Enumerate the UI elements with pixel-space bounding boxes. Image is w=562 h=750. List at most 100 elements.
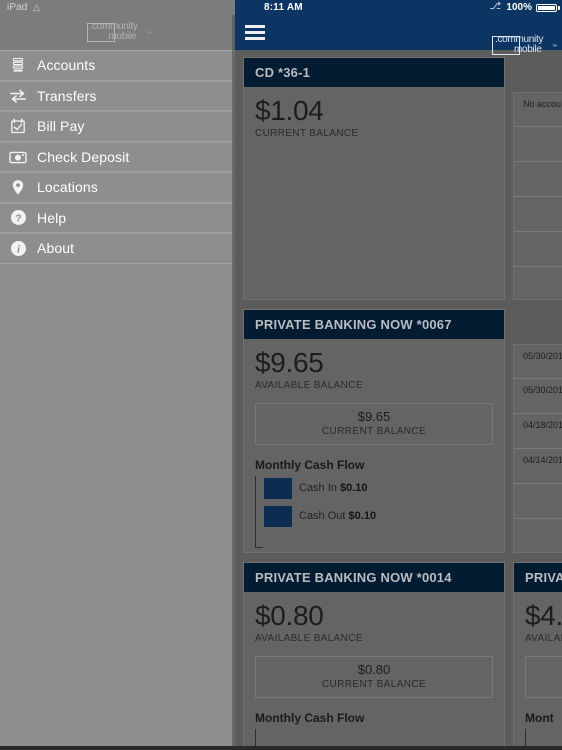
account-balance-amount: $9.65	[255, 347, 324, 378]
transaction-row[interactable]	[514, 519, 562, 552]
side-menu-drawer: .community mobile ™ Accounts Transfers B…	[0, 0, 235, 750]
chart-axis-line	[525, 729, 526, 747]
transaction-row[interactable]	[514, 197, 562, 232]
account-balance-caption: CURRENT BALANCE	[255, 128, 359, 139]
sidebar-item-bill-pay[interactable]: Bill Pay	[0, 111, 235, 142]
current-balance-box: $0.80 CURRENT BALANCE	[255, 656, 493, 698]
app-screen: .community mobile ™ CD *36-1 $1.04 CURRE…	[0, 0, 562, 750]
account-card-header: CD *36-1	[244, 58, 504, 87]
question-circle-icon: ?	[8, 208, 28, 228]
account-title: PRIVATE BANKING NOW *0014	[255, 570, 452, 585]
account-card-body: $0.80 AVAILABLE BALANCE $0.80 CURRENT BA…	[244, 592, 504, 748]
sidebar-item-locations[interactable]: Locations	[0, 172, 235, 203]
bottom-edge-strip	[0, 746, 562, 750]
battery-percent-label: 100%	[506, 2, 532, 13]
battery-icon	[536, 4, 557, 12]
status-bar-clock: 8:11 AM	[264, 2, 303, 13]
transaction-row[interactable]: 04/18/201	[514, 414, 562, 449]
account-title: CD *36-1	[255, 65, 311, 80]
cash-out-bar	[264, 505, 292, 527]
sidebar-item-label: Accounts	[37, 57, 96, 74]
battery-nub-icon	[558, 6, 560, 10]
account-title: PRIVATE BANKING NOW *0067	[255, 317, 452, 332]
chart-axis-base	[255, 547, 263, 548]
account-card[interactable]: PRIVATE BANKING NOW *0067 $9.65 AVAILABL…	[243, 309, 505, 553]
account-card-body: $1.04 CURRENT BALANCE	[244, 87, 504, 139]
transaction-row[interactable]	[514, 127, 562, 162]
app-logo: .community mobile ™	[492, 34, 557, 58]
map-pin-icon	[8, 177, 28, 197]
transaction-row[interactable]	[514, 267, 562, 299]
current-balance-amount: $0.80	[357, 662, 391, 677]
current-balance-caption: CURRENT BALANCE	[321, 426, 427, 437]
ios-status-bar: iPad △ 8:11 AM ⎇ 100%	[0, 0, 562, 15]
sidebar-item-transfers[interactable]: Transfers	[0, 80, 235, 111]
account-balance-amount: $1.04	[255, 95, 324, 126]
account-card-body: $9.65 AVAILABLE BALANCE $9.65 CURRENT BA…	[244, 339, 504, 548]
svg-text:?: ?	[15, 213, 21, 225]
account-balance-amount: $4.	[525, 600, 562, 631]
transaction-row[interactable]	[514, 162, 562, 197]
transaction-row[interactable]: 04/14/201	[514, 449, 562, 484]
current-balance-caption: CURRENT BALANCE	[321, 679, 427, 690]
cash-in-label: Cash In $0.10	[299, 482, 368, 494]
device-name-label: iPad	[7, 2, 28, 13]
cash-out-label: Cash Out $0.10	[299, 510, 377, 522]
drawer-header: .community mobile ™	[0, 15, 235, 50]
account-card-body: $4. AVAILAB Mont	[514, 592, 562, 748]
sidebar-item-label: About	[37, 240, 75, 257]
transactions-panel[interactable]: No accou	[513, 92, 562, 300]
transaction-empty-row: No accou	[514, 93, 562, 127]
sidebar-item-label: Transfers	[37, 87, 97, 104]
cashflow-bar-row: Cash In $0.10	[264, 476, 493, 500]
logo-trademark: ™	[552, 44, 557, 50]
current-balance-box	[525, 656, 562, 698]
account-card[interactable]: CD *36-1 $1.04 CURRENT BALANCE	[243, 57, 505, 300]
accounts-stack-icon	[8, 55, 28, 75]
cash-in-value: $0.10	[339, 482, 368, 494]
calendar-check-icon	[8, 116, 28, 136]
sidebar-item-label: Bill Pay	[37, 118, 85, 135]
account-balance-caption: AVAILABLE BALANCE	[255, 633, 363, 644]
transactions-panel[interactable]: 05/30/201 05/30/201 04/18/201 04/14/201	[513, 344, 562, 553]
account-card-header: PRIVA	[514, 563, 562, 592]
drawer-logo: .community mobile ™	[86, 20, 152, 45]
sidebar-item-label: Help	[37, 209, 67, 226]
transaction-row[interactable]	[514, 232, 562, 267]
transfers-arrows-icon	[8, 86, 28, 106]
drawer-menu-list: Accounts Transfers Bill Pay Check Deposi…	[0, 50, 235, 264]
sidebar-item-accounts[interactable]: Accounts	[0, 50, 235, 81]
sidebar-item-about[interactable]: i About	[0, 233, 235, 264]
account-card[interactable]: PRIVATE BANKING NOW *0014 $0.80 AVAILABL…	[243, 562, 505, 750]
app-navbar: .community mobile ™	[235, 15, 562, 55]
logo-text-top: .community	[89, 20, 138, 32]
cash-in-bar	[264, 477, 292, 499]
cashflow-title: Mont	[525, 711, 554, 725]
sidebar-item-help[interactable]: ? Help	[0, 202, 235, 233]
account-balance-caption: AVAILABLE BALANCE	[255, 380, 363, 391]
drawer-shadow-edge	[232, 15, 235, 750]
account-card-header: PRIVATE BANKING NOW *0014	[244, 563, 504, 592]
camera-icon	[8, 147, 28, 167]
hamburger-menu-icon[interactable]	[243, 24, 267, 42]
wifi-icon: △	[33, 2, 40, 12]
logo-trademark: ™	[146, 30, 152, 37]
transaction-row[interactable]: 05/30/201	[514, 345, 562, 379]
account-card[interactable]: PRIVA $4. AVAILAB Mont	[513, 562, 562, 750]
cashflow-bar-row: Cash Out $0.10	[264, 504, 493, 528]
transaction-row[interactable]: 05/30/201	[514, 379, 562, 414]
cash-out-value: $0.10	[348, 510, 377, 522]
chart-axis-line	[255, 476, 256, 548]
account-balance-amount: $0.80	[255, 600, 324, 631]
info-circle-icon: i	[8, 238, 28, 258]
logo-text-bottom: mobile	[514, 44, 542, 55]
sidebar-item-check-deposit[interactable]: Check Deposit	[0, 141, 235, 172]
sidebar-item-label: Check Deposit	[37, 148, 130, 165]
main-content-area: .community mobile ™ CD *36-1 $1.04 CURRE…	[235, 0, 562, 750]
account-balance-caption: AVAILAB	[525, 633, 562, 644]
current-balance-box: $9.65 CURRENT BALANCE	[255, 403, 493, 445]
transaction-row[interactable]	[514, 484, 562, 519]
chart-axis-line	[255, 729, 256, 747]
bluetooth-icon: ⎇	[489, 1, 501, 12]
current-balance-amount: $9.65	[357, 409, 391, 424]
